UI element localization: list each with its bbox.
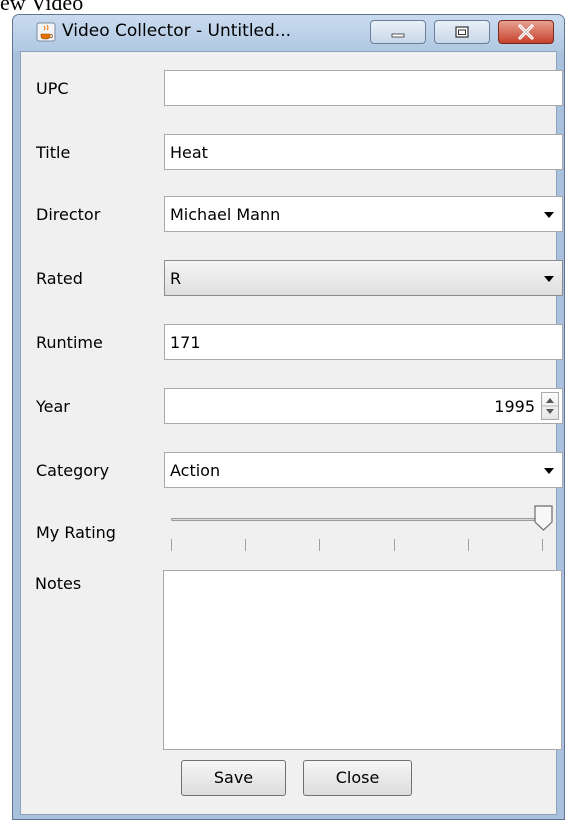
close-window-button[interactable] (498, 20, 554, 44)
category-label: Category (36, 461, 110, 480)
year-spinner[interactable]: 1995 (164, 388, 563, 424)
runtime-label: Runtime (36, 333, 103, 352)
notes-label: Notes (35, 574, 82, 593)
chevron-down-icon[interactable] (544, 212, 554, 218)
rating-slider-thumb[interactable] (533, 504, 555, 532)
slider-tick (468, 539, 469, 551)
slider-tick (245, 539, 246, 551)
window-title: Video Collector - Untitled... (62, 21, 292, 41)
slider-tick (171, 539, 172, 551)
java-cup-icon (36, 22, 56, 42)
spin-down-icon[interactable] (546, 409, 554, 414)
rated-label: Rated (36, 269, 83, 288)
year-value: 1995 (494, 397, 535, 416)
minimize-button[interactable] (370, 20, 426, 44)
rating-slider-track[interactable] (171, 518, 544, 521)
runtime-input[interactable]: 171 (164, 324, 563, 360)
save-button[interactable]: Save (181, 760, 286, 796)
rated-select[interactable]: R (164, 260, 563, 296)
maximize-button[interactable] (434, 20, 490, 44)
slider-tick (542, 539, 543, 551)
slider-tick (319, 539, 320, 551)
director-combo[interactable]: Michael Mann (164, 196, 563, 232)
close-icon (518, 24, 534, 40)
notes-textarea[interactable] (163, 570, 562, 750)
director-label: Director (36, 205, 101, 224)
title-label: Title (36, 143, 71, 162)
category-value: Action (170, 461, 221, 480)
category-combo[interactable]: Action (164, 452, 563, 488)
minimize-icon (391, 33, 405, 38)
app-window: Video Collector - Untitled... UPC Title … (12, 14, 565, 820)
upc-input[interactable] (164, 70, 563, 106)
rated-value: R (170, 269, 182, 288)
title-bar[interactable]: Video Collector - Untitled... (13, 15, 564, 51)
spin-up-icon[interactable] (546, 398, 554, 403)
chevron-down-icon[interactable] (544, 468, 554, 474)
slider-tick (394, 539, 395, 551)
my-rating-label: My Rating (36, 523, 116, 542)
year-label: Year (36, 397, 70, 416)
chevron-down-icon[interactable] (544, 276, 554, 282)
spinner-buttons[interactable] (541, 392, 559, 420)
close-button[interactable]: Close (303, 760, 412, 796)
maximize-icon (455, 26, 469, 38)
director-value: Michael Mann (170, 205, 281, 224)
upc-label: UPC (36, 79, 69, 98)
title-input[interactable]: Heat (164, 134, 563, 170)
